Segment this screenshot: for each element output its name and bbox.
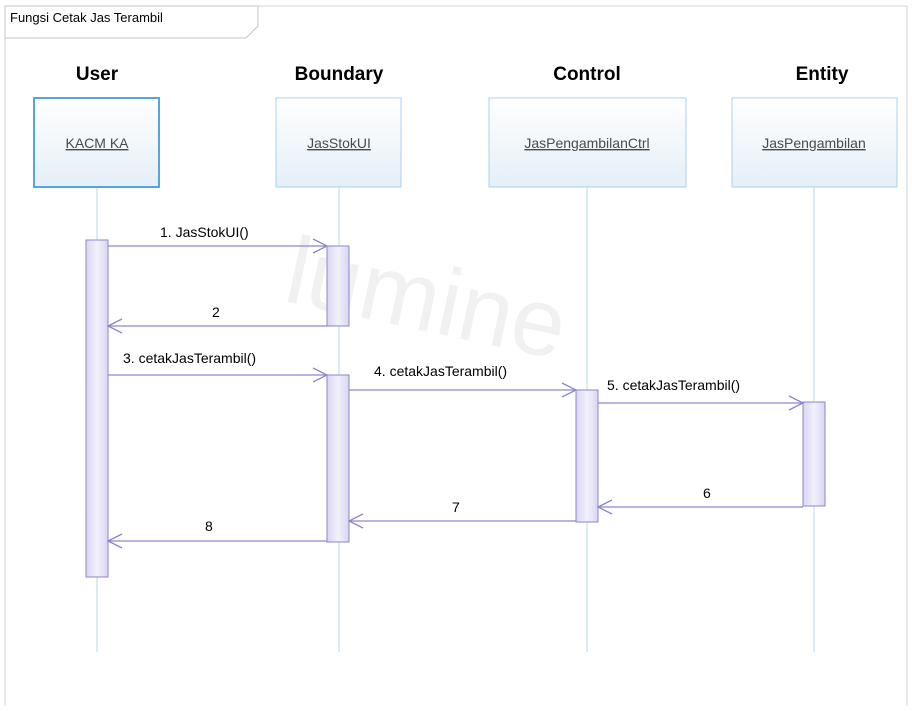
activation-user	[85, 239, 109, 578]
object-boundary-label: JasStokUI	[307, 135, 371, 151]
header-control: Control	[553, 64, 621, 85]
message-7-label: 7	[452, 499, 460, 515]
header-boundary: Boundary	[295, 64, 384, 85]
object-control[interactable]: JasPengambilanCtrl	[488, 97, 687, 188]
message-3[interactable]	[108, 367, 329, 383]
activation-boundary-2	[326, 374, 350, 543]
object-control-label: JasPengambilanCtrl	[524, 135, 649, 151]
object-boundary[interactable]: JasStokUI	[275, 97, 402, 188]
header-user: User	[76, 64, 119, 85]
message-4-label: 4. cetakJasTerambil()	[374, 363, 507, 379]
message-4[interactable]	[349, 382, 578, 398]
message-1-label: 1. JasStokUI()	[160, 224, 249, 240]
object-user-label: KACM KA	[65, 135, 129, 151]
object-entity-label: JasPengambilan	[762, 135, 866, 151]
message-2-label: 2	[212, 304, 220, 320]
sequence-diagram: lumine Fungsi Cetak Jas Terambil User Bo…	[4, 5, 908, 706]
message-5-label: 5. cetakJasTerambil()	[607, 377, 740, 393]
message-6[interactable]	[596, 499, 803, 515]
message-5[interactable]	[598, 395, 805, 411]
watermark-text: lumine	[277, 216, 576, 379]
activation-boundary-1	[326, 245, 350, 327]
object-boxes: KACM KA JasStokUI JasPengambilanCtrl Jas…	[33, 97, 898, 188]
activation-control	[575, 389, 599, 523]
activation-entity	[802, 401, 826, 507]
message-8[interactable]	[106, 533, 327, 549]
message-6-label: 6	[703, 485, 711, 501]
message-8-label: 8	[205, 518, 213, 534]
message-7[interactable]	[347, 513, 576, 529]
header-entity: Entity	[796, 64, 849, 85]
lane-headers: User Boundary Control Entity	[76, 64, 849, 85]
object-entity[interactable]: JasPengambilan	[731, 97, 898, 188]
message-3-label: 3. cetakJasTerambil()	[123, 350, 256, 366]
object-user[interactable]: KACM KA	[33, 97, 160, 188]
frame-title: Fungsi Cetak Jas Terambil	[10, 10, 163, 25]
